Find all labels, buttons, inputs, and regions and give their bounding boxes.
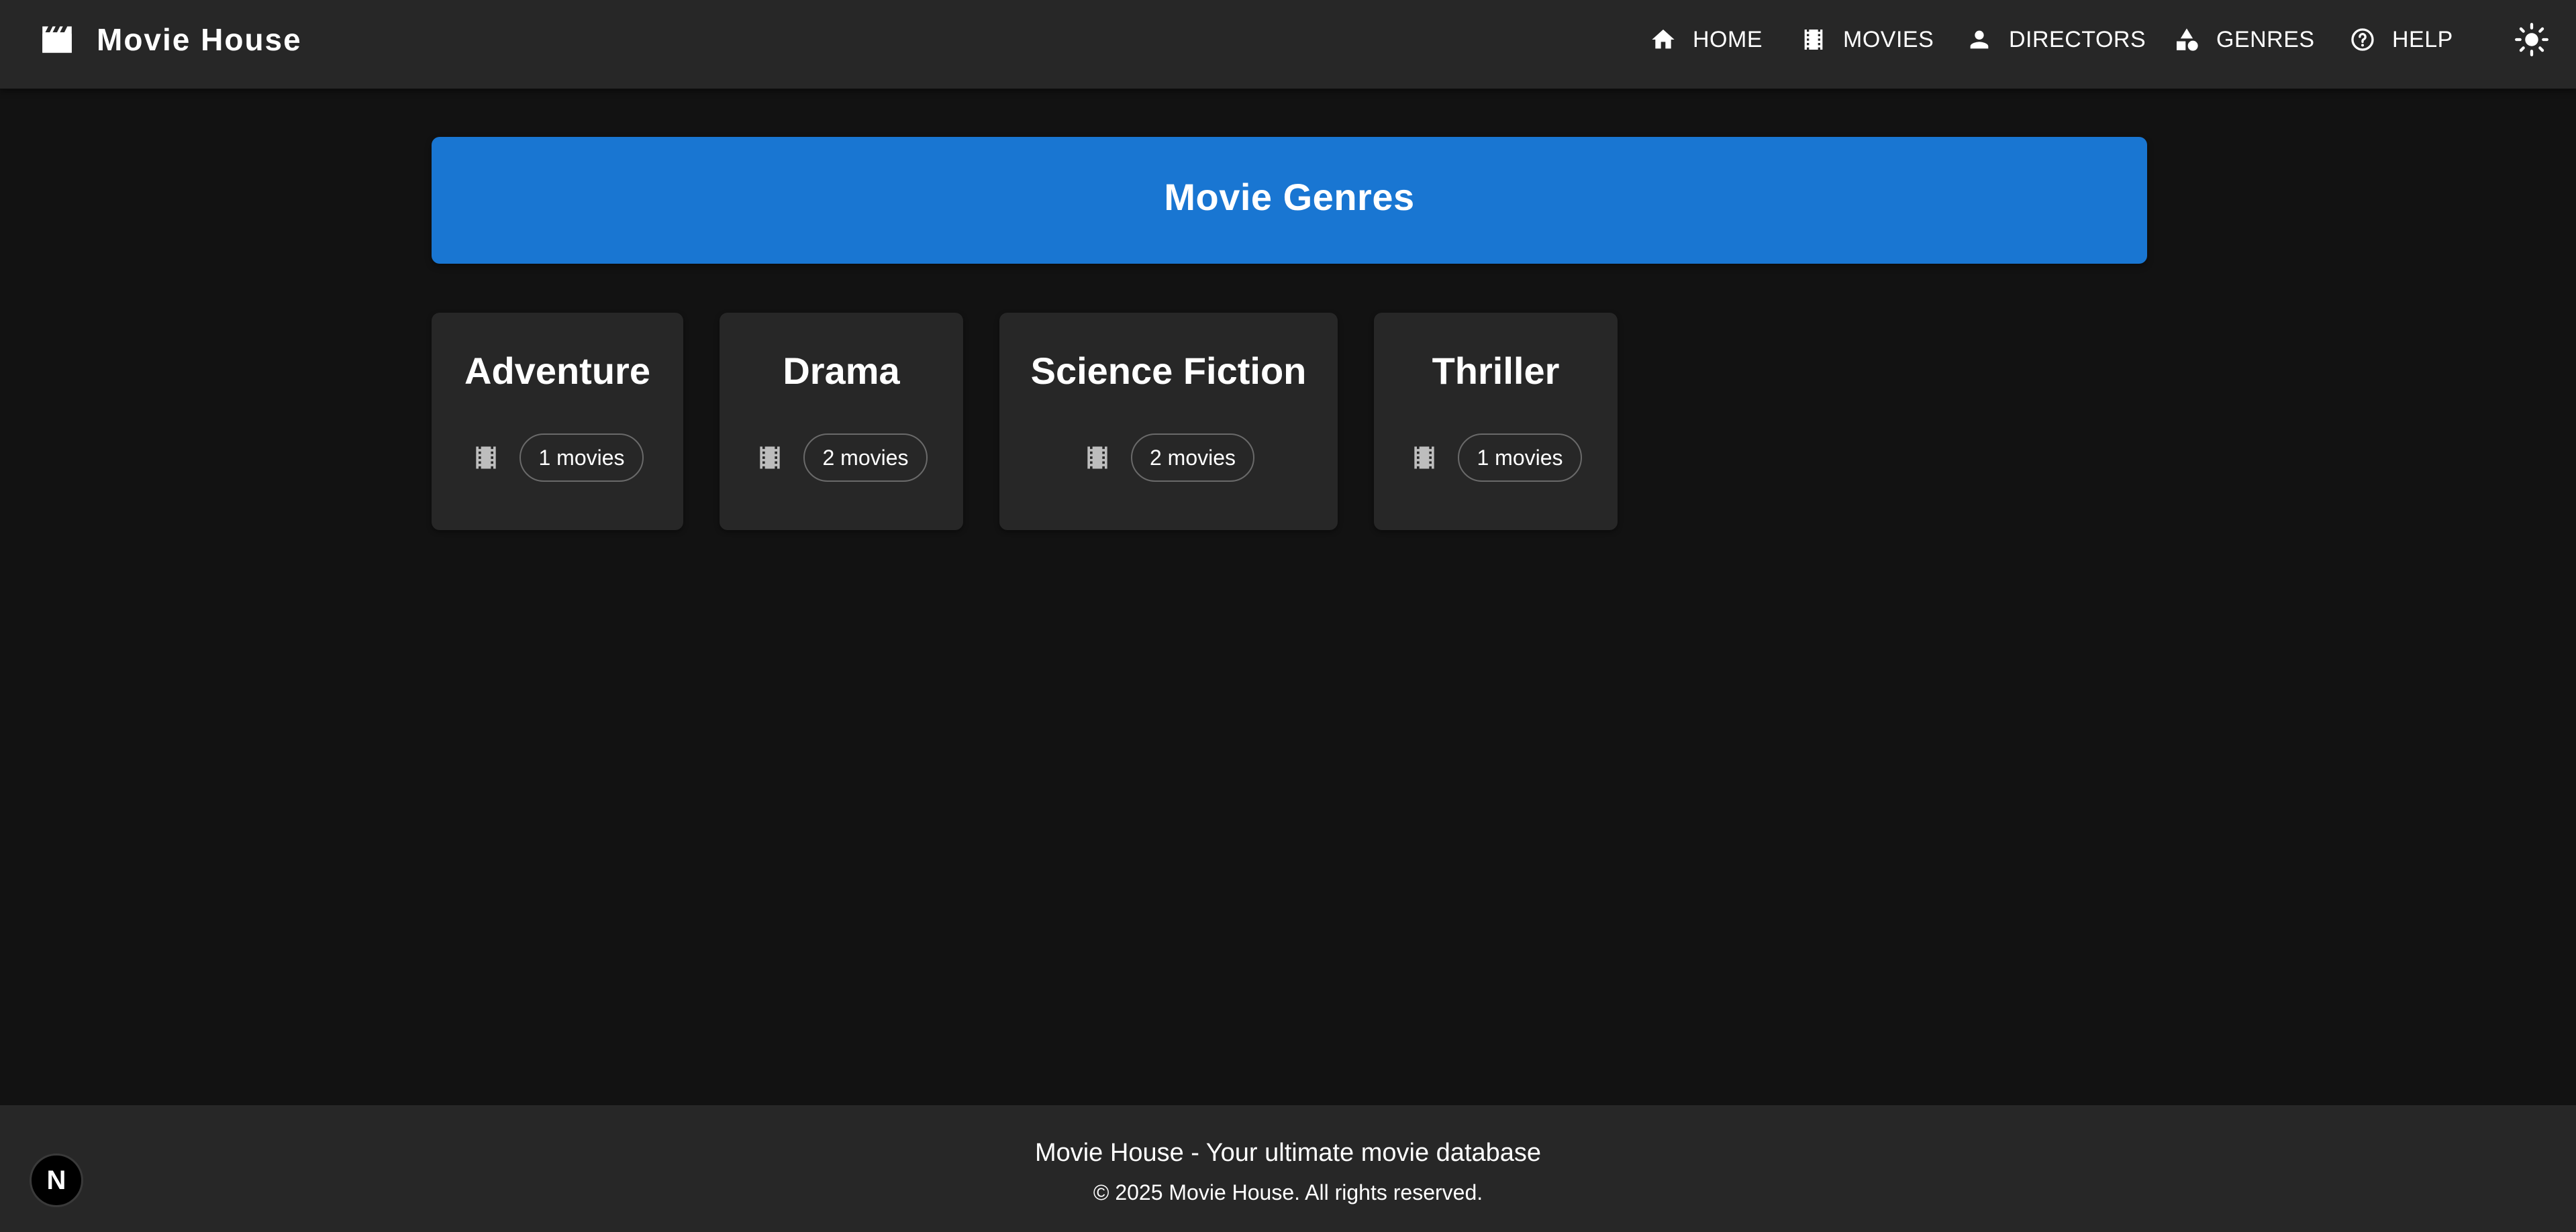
brand[interactable]: Movie House [39, 0, 302, 79]
dev-tools-badge[interactable]: N [30, 1153, 83, 1207]
clapperboard-icon [42, 26, 72, 53]
nav-help[interactable]: HELP [2349, 0, 2453, 79]
movie-count-chip: 1 movies [1458, 433, 1582, 482]
person-icon [1970, 30, 1989, 49]
page-title-banner: Movie Genres [432, 137, 2147, 264]
genre-name: Adventure [464, 350, 650, 392]
sun-icon [2515, 23, 2548, 56]
genre-name: Drama [783, 350, 900, 392]
genre-card-thriller[interactable]: Thriller 1 movies [1374, 313, 1618, 530]
movies-icon [1804, 30, 1823, 50]
genre-meta: 2 movies [999, 433, 1338, 482]
theme-toggle-button[interactable] [2512, 19, 2552, 60]
nav-genres-label: GENRES [2216, 26, 2315, 52]
genre-card-drama[interactable]: Drama 2 movies [720, 313, 963, 530]
nav-help-label: HELP [2392, 26, 2453, 52]
footer-tagline: Movie House - Your ultimate movie databa… [1034, 1139, 1542, 1167]
footer: Movie House - Your ultimate movie databa… [0, 1105, 2576, 1232]
footer-copyright: © 2025 Movie House. All rights reserved. [1093, 1180, 1483, 1204]
movie-count-chip: 1 movies [519, 433, 644, 482]
movie-count-chip: 2 movies [1130, 433, 1255, 482]
nav-directors-label: DIRECTORS [2009, 26, 2146, 52]
app-header: Movie House HOME MOVIES DIRECTORS GENRES [0, 0, 2576, 89]
film-icon [476, 446, 497, 469]
genre-name: Thriller [1432, 350, 1560, 392]
genre-card-science-fiction[interactable]: Science Fiction 2 movies [999, 313, 1338, 530]
genre-card-adventure[interactable]: Adventure 1 movies [432, 313, 683, 530]
brand-title: Movie House [97, 22, 302, 57]
genre-meta: 1 movies [432, 433, 683, 482]
nav-directors[interactable]: DIRECTORS [1966, 0, 2146, 79]
category-icon [2177, 28, 2198, 51]
page: Movie House HOME MOVIES DIRECTORS GENRES [0, 0, 2576, 1232]
home-icon [1652, 30, 1675, 49]
film-icon [1414, 446, 1435, 469]
movie-count-chip: 2 movies [803, 433, 928, 482]
nav-home[interactable]: HOME [1650, 0, 1763, 79]
nav-genres[interactable]: GENRES [2173, 0, 2315, 79]
nav-home-label: HOME [1693, 26, 1763, 52]
genre-meta: 1 movies [1374, 433, 1618, 482]
genre-name: Science Fiction [1030, 350, 1307, 392]
page-title: Movie Genres [1164, 176, 1415, 218]
help-icon [2351, 28, 2374, 51]
nav-movies-label: MOVIES [1843, 26, 1934, 52]
genre-meta: 2 movies [720, 433, 963, 482]
film-icon [760, 446, 781, 469]
film-icon [1087, 446, 1107, 469]
nav-movies[interactable]: MOVIES [1800, 0, 1934, 79]
